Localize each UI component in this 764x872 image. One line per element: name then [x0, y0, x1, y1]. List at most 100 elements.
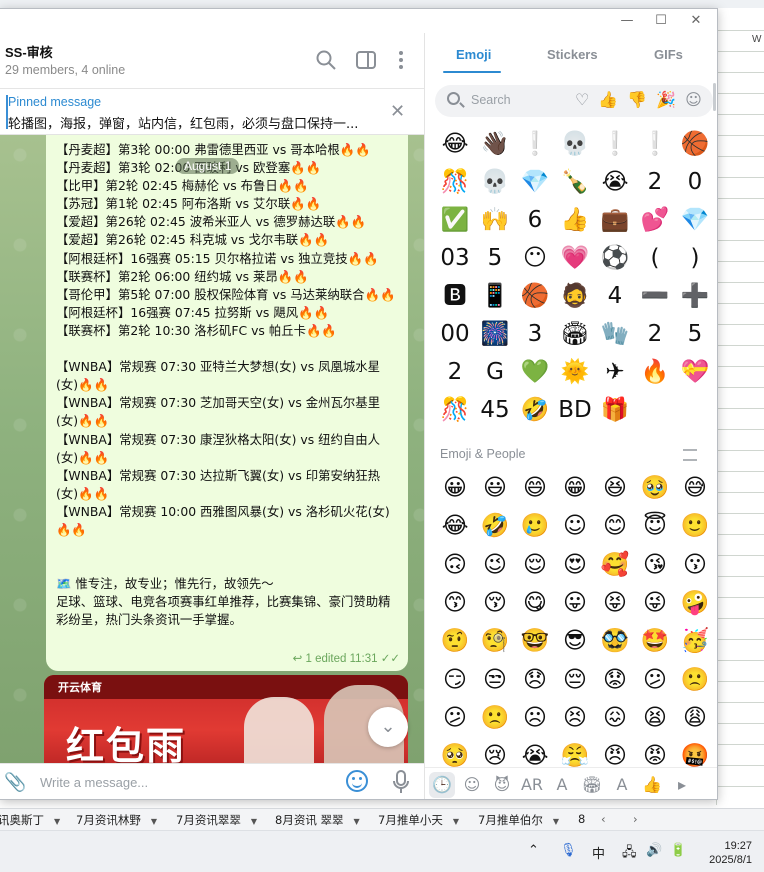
emoji-cell[interactable]: 🤩 [635, 622, 675, 660]
sheet-prev-icon[interactable]: ‹ [601, 812, 606, 826]
emoji-cell[interactable]: ( [635, 239, 675, 277]
emoji-cell[interactable]: 🙂 [675, 507, 715, 545]
emoji-cell[interactable]: 3 [515, 315, 555, 353]
message-input[interactable]: Write a message... [40, 775, 148, 790]
emoji-cell[interactable]: 😟 [595, 661, 635, 699]
emoji-cell[interactable]: 🤨 [435, 622, 475, 660]
pinned-message[interactable]: Pinned message 轮播图，海报，弹窗，站内信，红包雨，必须与盘口保持… [0, 89, 424, 135]
emoji-category-tab[interactable]: A [549, 772, 575, 798]
emoji-cell[interactable]: 🧔 [555, 277, 595, 315]
emoji-cell[interactable]: BD [555, 391, 595, 429]
emoji-category-tab[interactable]: ☺ [459, 772, 485, 798]
promo-image[interactable]: 开云体育 红包雨 [44, 675, 408, 763]
emoji-cell[interactable]: 💼 [595, 201, 635, 239]
smile-icon[interactable]: ☺ [685, 90, 711, 109]
emoji-cell[interactable]: 🙁 [475, 699, 515, 737]
thumbs-up-icon[interactable]: 👍 [598, 90, 627, 109]
emoji-cell[interactable]: ⚽ [595, 239, 635, 277]
emoji-cell[interactable]: ❕ [515, 125, 555, 163]
emoji-cell[interactable]: 💀 [555, 125, 595, 163]
emoji-cell[interactable]: 😔 [555, 661, 595, 699]
emoji-category-tab[interactable]: ▸ [669, 772, 695, 798]
emoji-cell[interactable]: 🧤 [595, 315, 635, 353]
emoji-cell[interactable]: 😚 [475, 584, 515, 622]
emoji-cell[interactable]: 😋 [515, 584, 555, 622]
emoji-cell[interactable]: 😀 [435, 469, 475, 507]
scroll-down-button[interactable]: ⌄ [368, 707, 408, 747]
emoji-cell[interactable]: 😜 [635, 584, 675, 622]
emoji-cell[interactable]: 😩 [675, 699, 715, 737]
emoji-cell[interactable]: 🥳 [675, 622, 715, 660]
chat-header[interactable]: SS-审核 29 members, 4 online [0, 33, 424, 89]
sidebar-toggle-icon[interactable] [355, 49, 377, 71]
emoji-cell[interactable]: ✈ [595, 353, 635, 391]
emoji-cell[interactable]: 😒 [475, 661, 515, 699]
emoji-cell[interactable]: 😊 [595, 507, 635, 545]
emoji-cell[interactable]: 😎 [555, 622, 595, 660]
emoji-cell[interactable]: 🤪 [675, 584, 715, 622]
maximize-button[interactable]: ☐ [646, 11, 676, 31]
emoji-category-filters[interactable]: ♡👍👎🎉☺ [575, 90, 711, 109]
volume-icon[interactable]: 🔊 [646, 843, 662, 858]
microphone-icon[interactable]: 🎙 [560, 843, 577, 858]
emoji-cell[interactable]: 🎊 [435, 163, 475, 201]
emoji-cell[interactable]: 😌 [515, 546, 555, 584]
message-bubble[interactable]: 【丹麦超】第3轮 00:00 弗雷德里西亚 vs 哥本哈根🔥🔥 【丹麦超】第3轮… [46, 135, 408, 671]
tab-emoji[interactable]: Emoji [456, 47, 491, 62]
emoji-cell[interactable]: 00 [435, 315, 475, 353]
emoji-cell[interactable]: 🏟 [555, 315, 595, 353]
sheet-tab[interactable]: 7月推单伯尔 ▼ [478, 812, 559, 828]
chat-area[interactable]: 【丹麦超】第3轮 00:00 弗雷德里西亚 vs 哥本哈根🔥🔥 【丹麦超】第3轮… [0, 135, 424, 763]
close-button[interactable]: ✕ [681, 11, 711, 31]
emoji-cell[interactable]: 😙 [435, 584, 475, 622]
sheet-tab[interactable]: 讯奥斯丁 ▼ [0, 812, 60, 828]
emoji-cell[interactable]: ➕ [675, 277, 715, 315]
emoji-category-tab[interactable]: 👍 [639, 772, 665, 798]
emoji-cell[interactable]: 💗 [555, 239, 595, 277]
more-menu-icon[interactable] [390, 49, 412, 71]
attach-icon[interactable]: 📎 [4, 772, 26, 793]
emoji-cell[interactable]: 🅱 [435, 277, 475, 315]
emoji-cell[interactable]: G [475, 353, 515, 391]
thumbs-down-icon[interactable]: 👎 [627, 90, 656, 109]
battery-icon[interactable]: 🔋 [670, 843, 686, 858]
party-icon[interactable]: 🎉 [656, 90, 685, 109]
emoji-cell[interactable]: 😗 [675, 546, 715, 584]
emoji-cell[interactable]: 😞 [515, 661, 555, 699]
emoji-cell[interactable]: 🥹 [635, 469, 675, 507]
emoji-cell[interactable]: 🥸 [595, 622, 635, 660]
emoji-cell[interactable]: 👋🏿 [475, 125, 515, 163]
sheet-tab[interactable]: 8月资讯 翠翠 ▼ [275, 812, 360, 828]
emoji-cell[interactable]: 😄 [515, 469, 555, 507]
emoji-cell[interactable]: 💚 [515, 353, 555, 391]
emoji-cell[interactable]: 😝 [595, 584, 635, 622]
emoji-cell[interactable]: 😅 [675, 469, 715, 507]
emoji-cell[interactable]: 🙃 [435, 546, 475, 584]
sheet-next-icon[interactable]: › [633, 812, 638, 826]
message-composer[interactable]: 📎 Write a message... [0, 763, 424, 799]
emoji-cell[interactable]: ) [675, 239, 715, 277]
emoji-cell[interactable]: 🥰 [595, 546, 635, 584]
microphone-icon[interactable] [392, 770, 410, 794]
emoji-cell[interactable]: 🤣 [475, 507, 515, 545]
emoji-cell[interactable]: 🧐 [475, 622, 515, 660]
sheet-tab[interactable]: 7月资讯翠翠 ▼ [176, 812, 257, 828]
emoji-cell[interactable]: 💝 [675, 353, 715, 391]
emoji-cell[interactable]: 2 [635, 315, 675, 353]
emoji-cell[interactable]: 🙌 [475, 201, 515, 239]
emoji-cell[interactable]: 😃 [475, 469, 515, 507]
emoji-cell[interactable]: 😕 [435, 699, 475, 737]
emoji-cell[interactable]: 😆 [595, 469, 635, 507]
emoji-cell[interactable]: 😏 [435, 661, 475, 699]
emoji-cell[interactable]: 😶 [515, 239, 555, 277]
emoji-cell[interactable]: 🤓 [515, 622, 555, 660]
emoji-cell[interactable]: 🏀 [675, 125, 715, 163]
emoji-cell[interactable]: ➖ [635, 277, 675, 315]
emoji-cell[interactable]: 😖 [595, 699, 635, 737]
emoji-cell[interactable]: 😂 [435, 507, 475, 545]
emoji-cell[interactable]: 0 [675, 163, 715, 201]
panel-scrollbar[interactable] [713, 83, 716, 111]
emoji-cell[interactable]: 🎆 [475, 315, 515, 353]
emoji-cell[interactable]: 🌞 [555, 353, 595, 391]
ime-indicator[interactable]: 中 [592, 843, 605, 862]
